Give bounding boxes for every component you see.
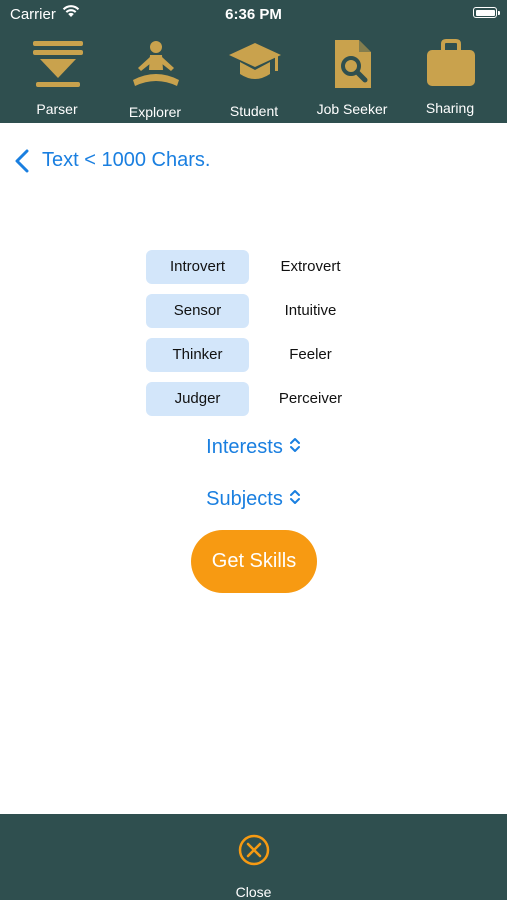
tab-label: Job Seeker bbox=[316, 101, 388, 117]
parser-icon bbox=[33, 41, 83, 87]
tab-label: Explorer bbox=[128, 104, 182, 120]
tab-job-seeker[interactable]: Job Seeker bbox=[303, 28, 401, 123]
tab-student[interactable]: Student bbox=[205, 28, 303, 123]
trait-feeler[interactable]: Feeler bbox=[259, 338, 362, 372]
tab-label: Parser bbox=[36, 101, 78, 117]
close-icon bbox=[238, 834, 270, 866]
bottom-bar: Close bbox=[0, 814, 507, 900]
document-search-icon bbox=[335, 40, 371, 88]
interests-picker[interactable]: Interests bbox=[0, 436, 507, 459]
trait-intuitive[interactable]: Intuitive bbox=[259, 294, 362, 328]
tab-sharing[interactable]: Sharing bbox=[401, 28, 499, 123]
trait-extrovert[interactable]: Extrovert bbox=[259, 250, 362, 284]
status-bar: Carrier 6:36 PM bbox=[0, 0, 507, 28]
back-label: Text < 1000 Chars. bbox=[42, 149, 211, 171]
trait-perceiver[interactable]: Perceiver bbox=[259, 382, 362, 416]
tab-label: Sharing bbox=[425, 100, 475, 116]
tab-label: Student bbox=[229, 103, 279, 119]
interests-label: Interests bbox=[206, 436, 283, 458]
meditation-icon bbox=[133, 41, 179, 86]
chevron-up-down-icon bbox=[289, 488, 301, 511]
chevron-up-down-icon bbox=[289, 436, 301, 459]
trait-judger[interactable]: Judger bbox=[146, 382, 249, 416]
trait-sensor[interactable]: Sensor bbox=[146, 294, 249, 328]
tab-bar: Parser Explorer Student Job Seeker Shari… bbox=[0, 28, 507, 123]
trait-thinker[interactable]: Thinker bbox=[146, 338, 249, 372]
get-skills-button[interactable]: Get Skills bbox=[191, 530, 317, 593]
top-bar: Carrier 6:36 PM Parser Explorer Student … bbox=[0, 0, 507, 123]
close-button[interactable] bbox=[237, 833, 271, 872]
close-label: Close bbox=[235, 884, 272, 900]
briefcase-icon bbox=[427, 39, 475, 86]
chevron-left-icon bbox=[15, 149, 29, 173]
subjects-picker[interactable]: Subjects bbox=[0, 488, 507, 511]
clock: 6:36 PM bbox=[225, 6, 282, 23]
tab-parser[interactable]: Parser bbox=[8, 28, 106, 123]
graduation-cap-icon bbox=[229, 43, 281, 79]
trait-introvert[interactable]: Introvert bbox=[146, 250, 249, 284]
tab-explorer[interactable]: Explorer bbox=[106, 28, 204, 123]
subjects-label: Subjects bbox=[206, 488, 283, 510]
battery-icon bbox=[473, 7, 500, 18]
